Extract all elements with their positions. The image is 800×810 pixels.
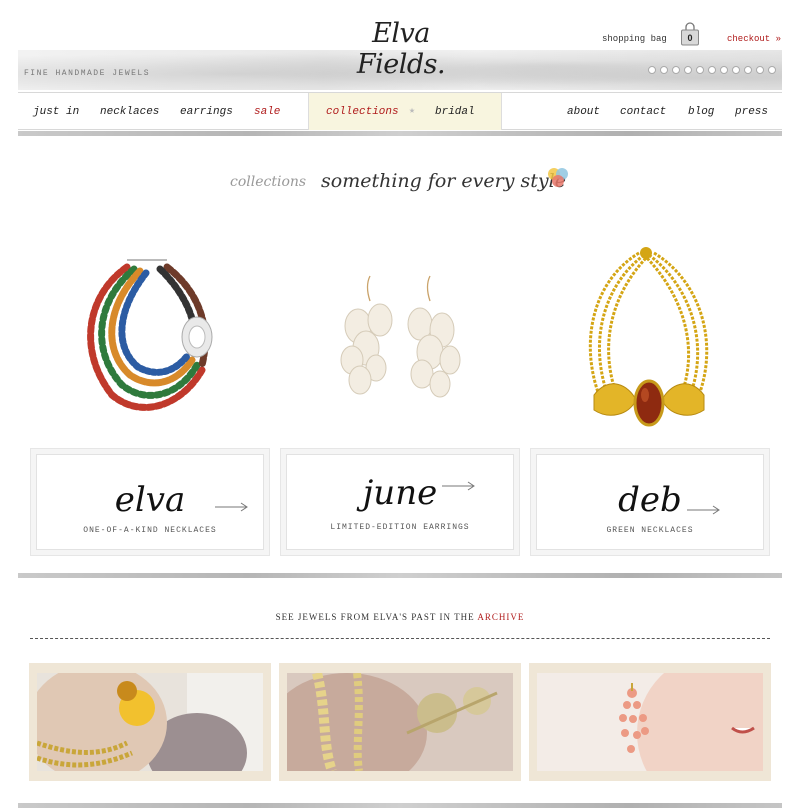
collection-name: deb (618, 480, 682, 520)
arrow-right-icon (442, 481, 475, 491)
gold-chain-necklace-image (287, 673, 513, 771)
nav-press[interactable]: press (735, 106, 768, 118)
bag-count-badge: 0 (687, 33, 693, 43)
shopping-bag-link[interactable]: shopping bag (602, 34, 667, 44)
june-earrings-image[interactable] (330, 268, 470, 408)
nav-just-in[interactable]: just in (33, 106, 79, 118)
nav-blog[interactable]: blog (688, 106, 714, 118)
site-logo[interactable]: Elva Fields. (336, 18, 466, 80)
nav-earrings[interactable]: earrings (180, 106, 233, 118)
archive-text: SEE JEWELS FROM ELVA'S PAST IN THE (275, 612, 475, 622)
dashed-divider (30, 638, 770, 639)
main-nav: just in necklaces earrings sale collecti… (18, 92, 782, 130)
archive-photo-1[interactable] (29, 663, 271, 781)
nav-about[interactable]: about (567, 106, 600, 118)
decorative-dots (648, 66, 776, 74)
checkout-link[interactable]: checkout » (727, 34, 781, 44)
collections-title: something for every style (321, 170, 566, 192)
tagline: FINE HANDMADE JEWELS (24, 69, 151, 78)
section-divider (18, 573, 782, 578)
june-collection-card[interactable]: june LIMITED-EDITION EARRINGS (280, 448, 520, 556)
star-icon: ★ (409, 106, 416, 117)
coral-earring-image (537, 673, 763, 771)
collection-name: june (362, 473, 438, 513)
nav-sale[interactable]: sale (254, 106, 280, 118)
model-with-flower-necklace-image (37, 673, 263, 771)
collection-name: elva (114, 480, 186, 520)
elva-collection-card[interactable]: elva ONE-OF-A-KIND NECKLACES (30, 448, 270, 556)
arrow-right-icon (687, 505, 720, 515)
collection-subtitle: ONE-OF-A-KIND NECKLACES (83, 526, 217, 535)
deb-necklace-image[interactable] (574, 245, 724, 430)
collection-subtitle: GREEN NECKLACES (606, 526, 694, 535)
nav-bridal[interactable]: bridal (435, 106, 475, 118)
deb-collection-card[interactable]: deb GREEN NECKLACES (530, 448, 770, 556)
nav-collections[interactable]: collections (326, 106, 399, 118)
nav-contact[interactable]: contact (620, 106, 666, 118)
archive-photo-2[interactable] (279, 663, 521, 781)
nav-necklaces[interactable]: necklaces (100, 106, 159, 118)
nav-divider (18, 131, 782, 136)
footer-divider (18, 803, 782, 808)
color-circles-icon (548, 168, 568, 187)
archive-line: SEE JEWELS FROM ELVA'S PAST IN THE ARCHI… (0, 612, 800, 622)
archive-link[interactable]: ARCHIVE (477, 612, 524, 622)
archive-photo-3[interactable] (529, 663, 771, 781)
arrow-right-icon (215, 502, 248, 512)
elva-necklace-image[interactable] (72, 255, 222, 425)
collections-label: collections (230, 174, 307, 190)
collection-subtitle: LIMITED-EDITION EARRINGS (330, 523, 470, 532)
site-header: FINE HANDMADE JEWELS Elva Fields. shoppi… (0, 0, 800, 92)
